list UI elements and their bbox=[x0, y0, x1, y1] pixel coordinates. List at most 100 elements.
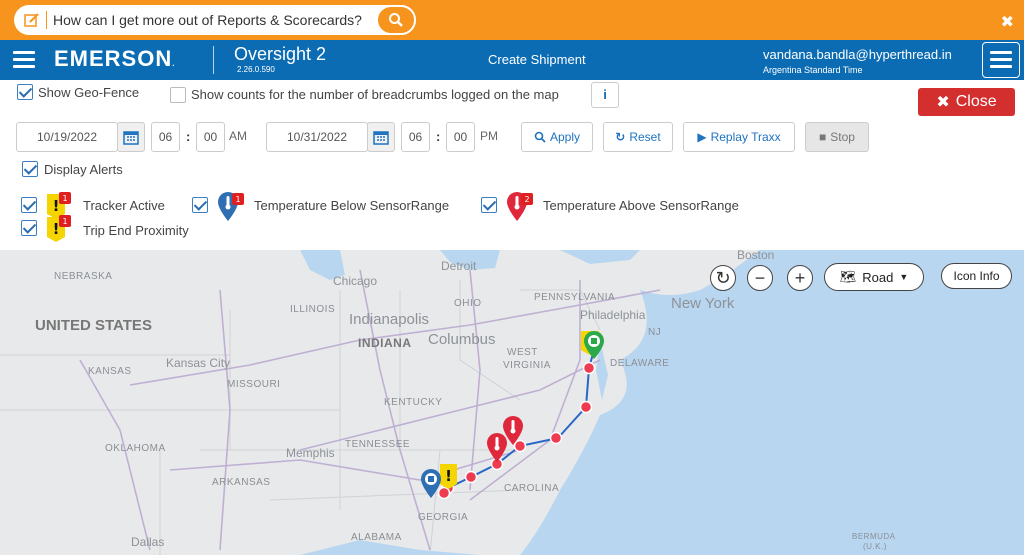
main-menu-button[interactable] bbox=[982, 42, 1020, 78]
svg-text:!: ! bbox=[53, 197, 60, 215]
stop-icon: ■ bbox=[819, 130, 827, 144]
end-time-colon: : bbox=[436, 129, 441, 144]
end-minute-input[interactable]: 00 bbox=[446, 122, 475, 152]
reset-label: Reset bbox=[629, 130, 661, 144]
map-basemap bbox=[0, 250, 1024, 555]
map-label: Detroit bbox=[441, 259, 477, 273]
map-label: ARKANSAS bbox=[212, 477, 271, 488]
rotate-map-icon[interactable]: ↻ bbox=[710, 265, 736, 291]
close-button[interactable]: ✖ Close bbox=[918, 88, 1015, 116]
start-minute-input[interactable]: 00 bbox=[196, 122, 225, 152]
top-navbar: EMERSON. Oversight 2 2.26.0.590 Create S… bbox=[0, 40, 1024, 80]
sidebar-toggle-icon[interactable] bbox=[13, 51, 35, 69]
end-hour-input[interactable]: 06 bbox=[401, 122, 430, 152]
start-calendar-icon[interactable] bbox=[117, 122, 145, 152]
end-ampm[interactable]: PM bbox=[480, 129, 498, 143]
map-label: Boston bbox=[737, 250, 775, 262]
map-label: ILLINOIS bbox=[290, 304, 336, 315]
help-search-button[interactable] bbox=[376, 5, 416, 35]
temperature-above-marker-icon[interactable] bbox=[485, 432, 509, 464]
map-label: VIRGINIA bbox=[503, 360, 551, 371]
info-button[interactable]: i bbox=[591, 82, 619, 108]
start-date-input[interactable]: 10/19/2022 bbox=[16, 122, 118, 152]
trip-end-proximity-icon: ! 1 bbox=[47, 215, 71, 242]
play-icon: ▶ bbox=[697, 130, 707, 144]
help-divider bbox=[46, 11, 47, 29]
caret-down-icon: ▼ bbox=[899, 272, 909, 282]
breadcrumbs-checkbox[interactable] bbox=[170, 87, 186, 103]
user-email[interactable]: vandana.bandla@hyperthread.in bbox=[763, 47, 952, 62]
stop-label: Stop bbox=[830, 130, 855, 144]
end-date-input[interactable]: 10/31/2022 bbox=[266, 122, 368, 152]
map-label: KENTUCKY bbox=[384, 397, 443, 408]
svg-text:1: 1 bbox=[235, 195, 240, 204]
apply-button[interactable]: Apply bbox=[521, 122, 593, 152]
temp-above-label: Temperature Above SensorRange bbox=[543, 198, 739, 213]
stop-button[interactable]: ■ Stop bbox=[805, 122, 869, 152]
map-label: INDIANA bbox=[358, 336, 412, 350]
replay-label: Replay Traxx bbox=[710, 130, 781, 144]
temp-above-checkbox[interactable] bbox=[481, 197, 497, 213]
map-label: BERMUDA bbox=[852, 532, 896, 541]
help-search-box[interactable]: How can I get more out of Reports & Scor… bbox=[14, 5, 416, 35]
destination-marker-icon[interactable] bbox=[578, 328, 612, 362]
map-label: OHIO bbox=[454, 298, 482, 309]
map-label: MISSOURI bbox=[227, 379, 281, 390]
map-label: WEST bbox=[507, 347, 538, 358]
map-style-label: Road bbox=[862, 269, 894, 285]
start-ampm[interactable]: AM bbox=[229, 129, 247, 143]
map-label: CAROLINA bbox=[504, 483, 560, 494]
tracker-active-checkbox[interactable] bbox=[21, 197, 37, 213]
map-label: GEORGIA bbox=[418, 512, 469, 523]
icon-info-button[interactable]: Icon Info bbox=[941, 263, 1012, 289]
create-shipment-link[interactable]: Create Shipment bbox=[488, 52, 586, 67]
temp-below-checkbox[interactable] bbox=[192, 197, 208, 213]
apply-label: Apply bbox=[549, 130, 581, 144]
brand-divider bbox=[213, 46, 214, 74]
map-label: New York bbox=[671, 295, 735, 312]
map-label: ALABAMA bbox=[351, 532, 402, 543]
geo-fence-checkbox[interactable] bbox=[17, 84, 33, 100]
map-label: DELAWARE bbox=[610, 358, 670, 369]
temperature-below-icon: 1 bbox=[218, 192, 244, 221]
breadcrumbs-label: Show counts for the number of breadcrumb… bbox=[191, 87, 559, 102]
close-x-icon: ✖ bbox=[936, 94, 950, 111]
trip-end-label: Trip End Proximity bbox=[83, 223, 189, 238]
close-button-label: Close bbox=[955, 93, 997, 110]
user-timezone: Argentina Standard Time bbox=[763, 65, 863, 75]
app-name: Oversight 2 bbox=[234, 44, 327, 64]
trip-end-checkbox[interactable] bbox=[21, 220, 37, 236]
map-label: Kansas City bbox=[166, 356, 231, 370]
road-map-icon: 🗺 bbox=[839, 269, 857, 284]
app-version: 2.26.0.590 bbox=[237, 65, 275, 74]
zoom-out-button[interactable]: − bbox=[747, 265, 773, 291]
map-label: KANSAS bbox=[88, 366, 132, 377]
shipment-map[interactable]: NEBRASKA UNITED STATES KANSAS Kansas Cit… bbox=[0, 250, 1024, 555]
display-alerts-checkbox[interactable] bbox=[22, 161, 38, 177]
map-label: Chicago bbox=[333, 274, 378, 288]
svg-text:!: ! bbox=[445, 467, 452, 485]
search-icon bbox=[389, 13, 403, 27]
map-label: UNITED STATES bbox=[35, 317, 152, 334]
zoom-in-button[interactable]: + bbox=[787, 265, 813, 291]
origin-marker-cluster-icon[interactable]: ! bbox=[420, 462, 462, 500]
close-icon[interactable]: ✖ bbox=[1001, 12, 1014, 32]
map-label: Columbus bbox=[428, 331, 496, 348]
map-style-selector[interactable]: 🗺 Road ▼ bbox=[824, 263, 924, 291]
brand-logo[interactable]: EMERSON. bbox=[54, 46, 175, 72]
help-question[interactable]: How can I get more out of Reports & Scor… bbox=[53, 12, 376, 28]
geo-fence-label: Show Geo-Fence bbox=[38, 85, 140, 100]
map-label: Dallas bbox=[131, 535, 165, 549]
map-label: NEBRASKA bbox=[54, 271, 113, 282]
map-label: OKLAHOMA bbox=[105, 443, 166, 454]
menu-icon bbox=[990, 51, 1012, 69]
temp-below-label: Temperature Below SensorRange bbox=[254, 198, 450, 213]
map-label: (U.K.) bbox=[863, 542, 887, 551]
map-label: NJ bbox=[648, 327, 662, 338]
map-label: Memphis bbox=[286, 446, 335, 460]
end-calendar-icon[interactable] bbox=[367, 122, 395, 152]
map-label: TENNESSEE bbox=[345, 439, 411, 450]
start-hour-input[interactable]: 06 bbox=[151, 122, 180, 152]
reset-button[interactable]: ↻ Reset bbox=[603, 122, 673, 152]
replay-traxx-button[interactable]: ▶ Replay Traxx bbox=[683, 122, 795, 152]
